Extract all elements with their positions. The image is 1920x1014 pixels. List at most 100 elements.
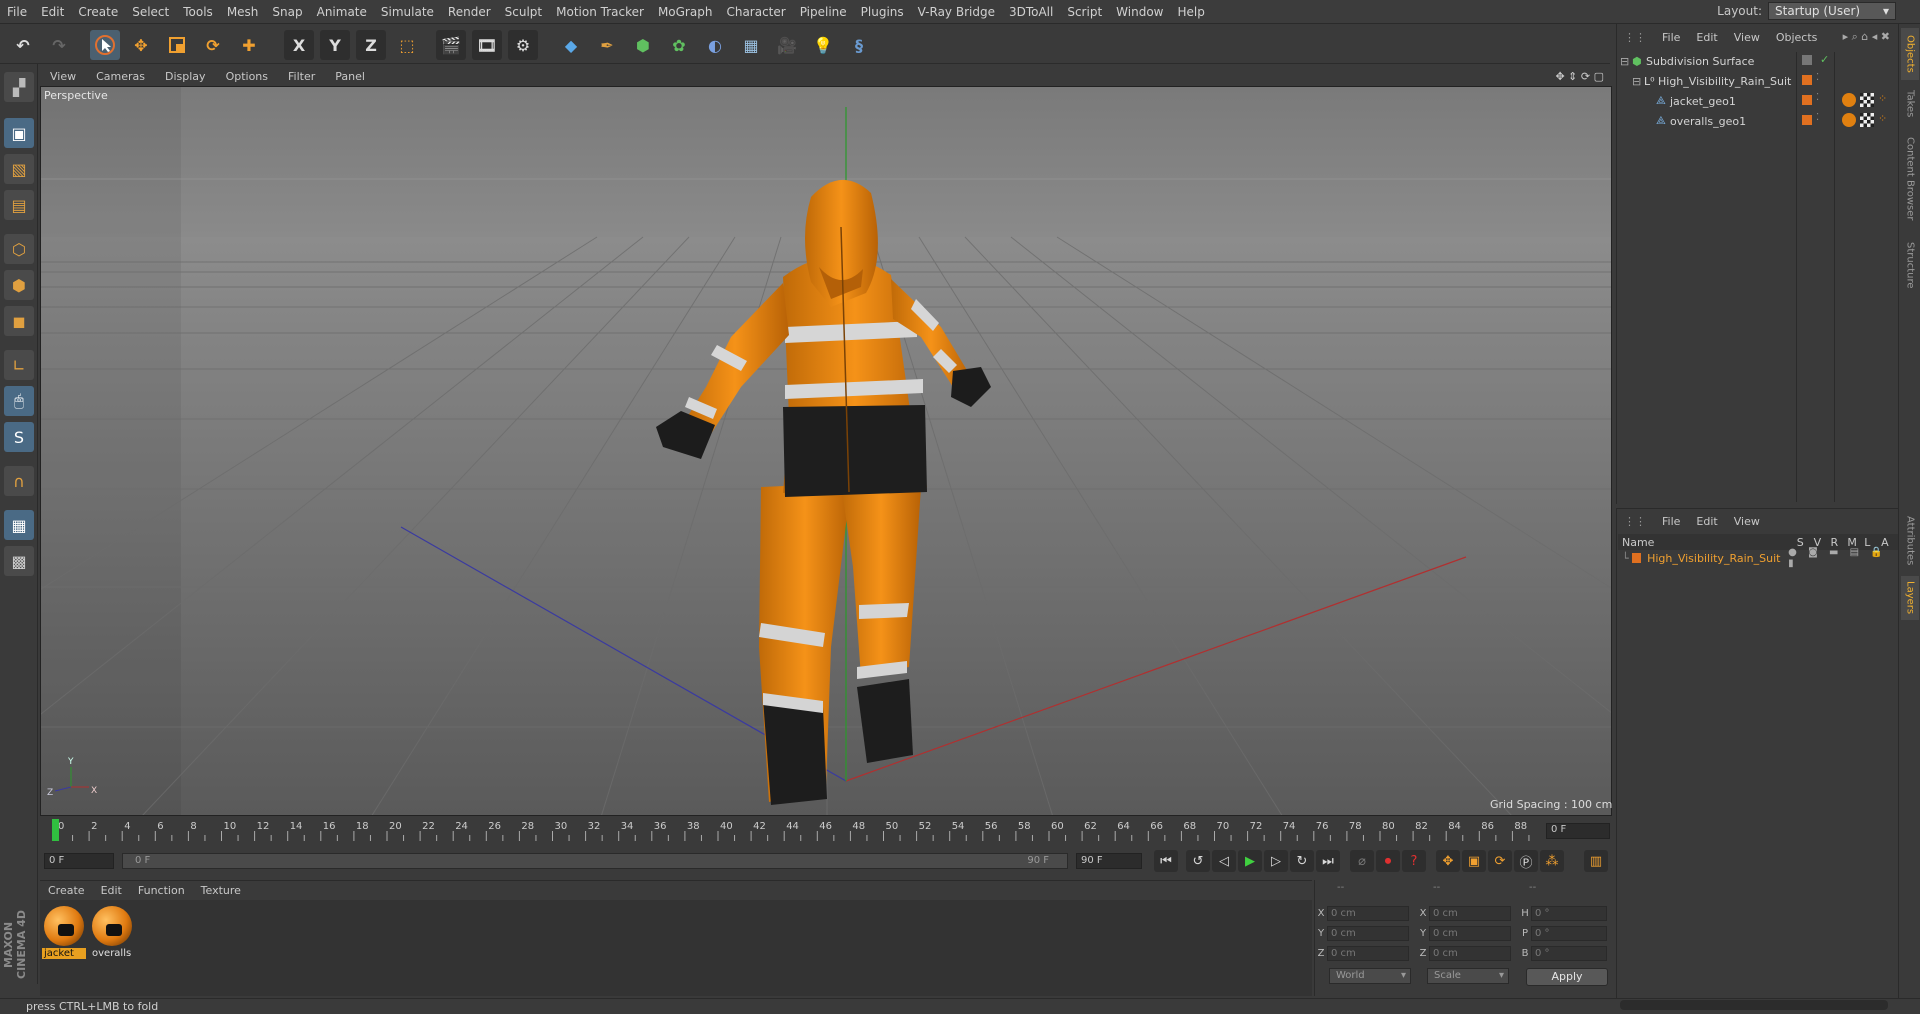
- tree-collapse-icon[interactable]: ⊟: [1620, 55, 1632, 68]
- coordinate-mode-dropdown[interactable]: World ▾: [1329, 968, 1411, 984]
- tab-layers[interactable]: Layers: [1901, 576, 1919, 620]
- solo-icon[interactable]: S: [4, 422, 34, 452]
- go-to-start-icon[interactable]: ⏮: [1154, 850, 1178, 872]
- horizontal-scrollbar[interactable]: [1620, 1000, 1888, 1010]
- tree-collapse-icon[interactable]: ⊟: [1632, 75, 1644, 88]
- tab-structure[interactable]: Structure: [1901, 234, 1919, 296]
- menu-plugins[interactable]: Plugins: [854, 5, 911, 19]
- menu-select[interactable]: Select: [125, 5, 176, 19]
- position-y-field[interactable]: 0 cm: [1327, 926, 1409, 941]
- layer-color-swatch[interactable]: [1802, 95, 1812, 105]
- coordinate-system-icon[interactable]: ⬚: [392, 30, 422, 60]
- menu-snap[interactable]: Snap: [265, 5, 309, 19]
- texture-mode-icon[interactable]: ▧: [4, 154, 34, 184]
- undo-icon[interactable]: ↶: [8, 30, 38, 60]
- material-overalls[interactable]: overalls: [90, 904, 134, 960]
- axis-mode-icon[interactable]: ∟: [4, 350, 34, 380]
- material-menu-function[interactable]: Function: [130, 884, 193, 897]
- frame-range-slider[interactable]: 0 F 90 F: [122, 853, 1068, 869]
- points-mode-icon[interactable]: ⬡: [4, 234, 34, 264]
- cloner-icon[interactable]: ✿: [664, 30, 694, 60]
- previous-key-icon[interactable]: ↺: [1186, 850, 1210, 872]
- menu-pipeline[interactable]: Pipeline: [793, 5, 854, 19]
- start-frame-field[interactable]: 0 F: [44, 853, 114, 869]
- rotate-icon[interactable]: ⟳: [198, 30, 228, 60]
- om-menu-edit[interactable]: Edit: [1688, 31, 1725, 44]
- material-menu-create[interactable]: Create: [40, 884, 93, 897]
- python-icon[interactable]: §: [844, 30, 874, 60]
- size-z-field[interactable]: 0 cm: [1429, 946, 1511, 961]
- subdivision-surface-icon[interactable]: ⬢: [628, 30, 658, 60]
- tab-objects[interactable]: Objects: [1901, 28, 1919, 80]
- viewport-menu-panel[interactable]: Panel: [325, 70, 375, 83]
- object-row-jacket-geo1[interactable]: ⟁ jacket_geo1: [1620, 92, 1798, 110]
- om-search-icon[interactable]: ▸ ⌕ ⌂ ◂ ✖: [1835, 30, 1898, 44]
- lm-menu-file[interactable]: File: [1654, 515, 1688, 528]
- menu-tools[interactable]: Tools: [176, 5, 220, 19]
- menu-sculpt[interactable]: Sculpt: [498, 5, 549, 19]
- menu-edit[interactable]: Edit: [34, 5, 71, 19]
- position-z-field[interactable]: 0 cm: [1327, 946, 1409, 961]
- menu-mograph[interactable]: MoGraph: [651, 5, 720, 19]
- key-parameter-icon[interactable]: Ⓟ: [1514, 850, 1538, 872]
- material-menu-texture[interactable]: Texture: [193, 884, 249, 897]
- object-row-overalls-geo1[interactable]: ⟁ overalls_geo1: [1620, 112, 1798, 130]
- menu-mesh[interactable]: Mesh: [220, 5, 266, 19]
- uvw-tag-icon[interactable]: [1860, 113, 1874, 127]
- go-to-end-icon[interactable]: ⏭: [1316, 850, 1340, 872]
- scale-icon[interactable]: [162, 30, 192, 60]
- menu-3dtoall[interactable]: 3DToAll: [1002, 5, 1060, 19]
- selection-tag-icon[interactable]: ⁘: [1878, 112, 1887, 125]
- key-pla-icon[interactable]: ⁂: [1540, 850, 1564, 872]
- uvw-tag-icon[interactable]: [1860, 93, 1874, 107]
- end-frame-field[interactable]: 90 F: [1076, 853, 1142, 869]
- timeline-ruler[interactable]: 0 2 4 6 8 10 12 14 16 18 20 22 24 26 28 30 32 34 36 38 40 42 4…: [40, 817, 1612, 845]
- material-manager-area[interactable]: [40, 900, 1312, 996]
- size-y-field[interactable]: 0 cm: [1429, 926, 1511, 941]
- menu-render[interactable]: Render: [441, 5, 498, 19]
- last-tool-icon[interactable]: ✚: [234, 30, 264, 60]
- lm-menu-edit[interactable]: Edit: [1688, 515, 1725, 528]
- om-menu-objects[interactable]: Objects: [1768, 31, 1826, 44]
- workplane-lock-icon[interactable]: ▦: [4, 510, 34, 540]
- rotation-p-field[interactable]: 0 °: [1531, 926, 1607, 941]
- rotation-b-field[interactable]: 0 °: [1531, 946, 1607, 961]
- timeline-window-icon[interactable]: ▥: [1584, 850, 1608, 872]
- workplane-icon[interactable]: ▤: [4, 190, 34, 220]
- viewport-camera-label[interactable]: Perspective: [44, 89, 108, 102]
- redo-icon[interactable]: ↷: [44, 30, 74, 60]
- move-icon[interactable]: ✥: [126, 30, 156, 60]
- perspective-viewport[interactable]: Y Z X: [40, 86, 1612, 816]
- layer-toggle-icons[interactable]: ● ◙ ▬ ▤ 🔒 ▮: [1788, 547, 1898, 569]
- key-rotation-icon[interactable]: ⟳: [1488, 850, 1512, 872]
- enabled-check-icon[interactable]: ✓: [1820, 53, 1829, 66]
- render-settings-icon[interactable]: ⚙: [508, 30, 538, 60]
- layout-dropdown[interactable]: Startup (User) ▾: [1768, 2, 1896, 20]
- object-row-subdivision-surface[interactable]: ⊟ ⬢ Subdivision Surface: [1620, 52, 1798, 70]
- polygons-mode-icon[interactable]: ◼: [4, 306, 34, 336]
- menu-create[interactable]: Create: [71, 5, 125, 19]
- material-jacket[interactable]: jacket: [42, 904, 86, 960]
- tweak-mode-icon[interactable]: 🖱: [4, 386, 34, 416]
- light-icon[interactable]: 💡: [808, 30, 838, 60]
- layer-color-swatch[interactable]: [1802, 75, 1812, 85]
- render-view-icon[interactable]: 🎬: [436, 30, 466, 60]
- floor-icon[interactable]: ▦: [736, 30, 766, 60]
- visibility-dots-icon[interactable]: ⁚: [1816, 112, 1819, 123]
- playhead[interactable]: [52, 819, 59, 841]
- key-scale-icon[interactable]: ▣: [1462, 850, 1486, 872]
- om-menu-file[interactable]: File: [1654, 31, 1688, 44]
- play-icon[interactable]: ▶: [1238, 850, 1262, 872]
- model-mode-icon[interactable]: ▣: [4, 118, 34, 148]
- axis-z-lock[interactable]: Z: [356, 30, 386, 60]
- select-pointer-icon[interactable]: [90, 30, 120, 60]
- next-frame-icon[interactable]: ▷: [1264, 850, 1288, 872]
- pen-spline-icon[interactable]: ✒: [592, 30, 622, 60]
- column-divider[interactable]: [1834, 52, 1835, 502]
- material-tag-icon[interactable]: [1842, 93, 1856, 107]
- camera-icon[interactable]: 🎥: [772, 30, 802, 60]
- autokey-icon[interactable]: ⏺: [1376, 850, 1400, 872]
- om-menu-view[interactable]: View: [1726, 31, 1768, 44]
- selection-tag-icon[interactable]: ⁘: [1878, 92, 1887, 105]
- viewport-menu-filter[interactable]: Filter: [278, 70, 325, 83]
